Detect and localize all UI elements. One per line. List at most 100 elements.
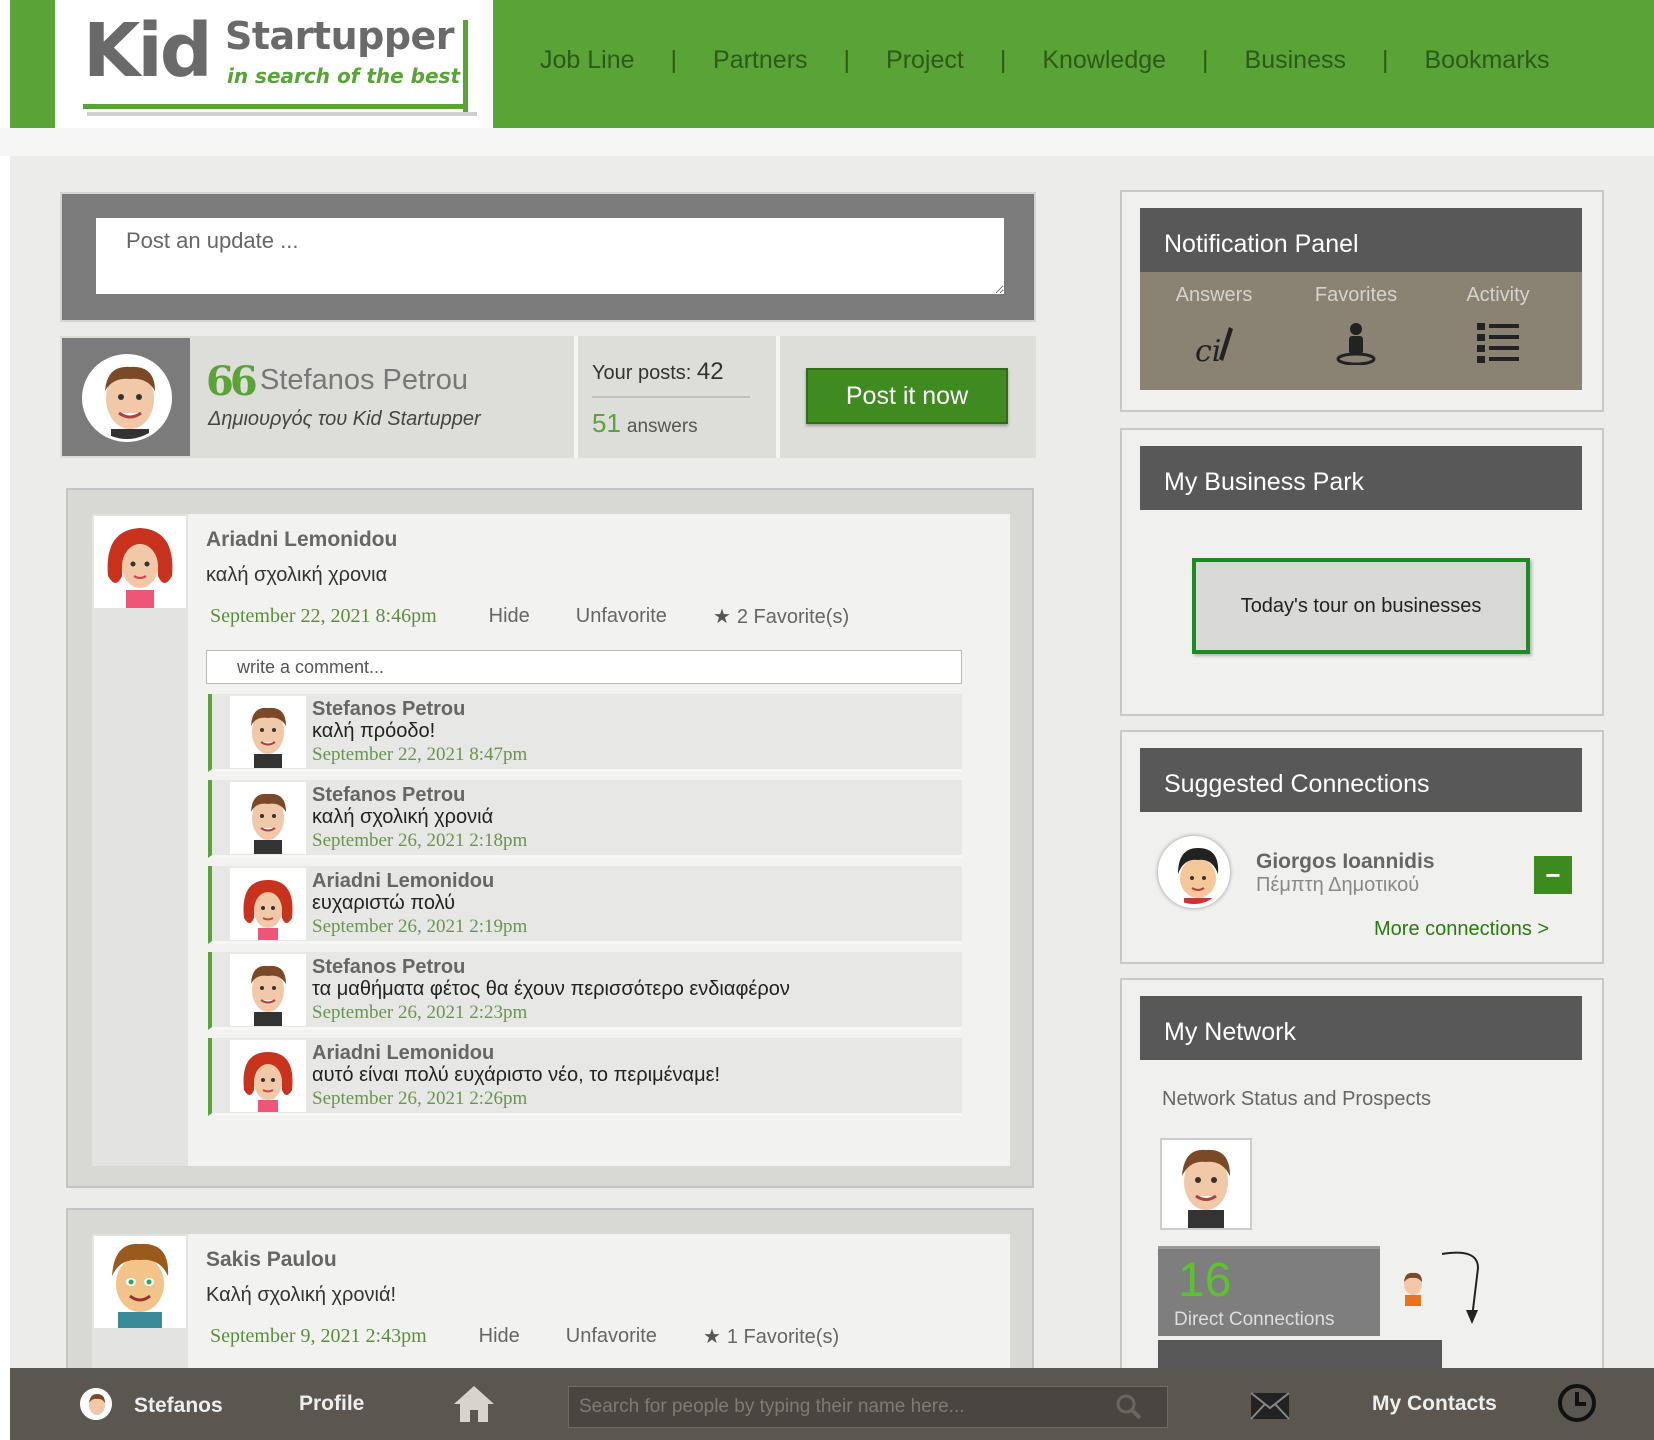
comment-date: September 26, 2021 2:19pm	[312, 916, 528, 937]
post-author[interactable]: Sakis Paulou	[206, 1248, 337, 1272]
divider	[776, 336, 780, 458]
answers-count[interactable]: 51 answers	[592, 408, 698, 439]
business-tour-button[interactable]: Today's tour on businesses	[1192, 558, 1530, 654]
home-icon[interactable]	[452, 1384, 496, 1424]
comment-date: September 22, 2021 8:47pm	[312, 744, 528, 765]
logo-startupper-text: Startupper	[225, 14, 455, 58]
comment-author[interactable]: Stefanos Petrou	[312, 956, 465, 979]
people-search-input[interactable]	[568, 1386, 1168, 1428]
quote-icon: 66	[206, 358, 258, 405]
post-author-avatar[interactable]	[94, 1236, 186, 1328]
comment-avatar[interactable]	[230, 1040, 306, 1112]
feed-post-body: Sakis Paulou Καλή σχολική χρονιά! Septem…	[92, 1234, 1010, 1384]
comment-text: τα μαθήματα φέτος θα έχουν περισσότερο ε…	[312, 978, 790, 1000]
comment-avatar[interactable]	[230, 954, 306, 1026]
nav-partners[interactable]: Partners	[713, 46, 807, 75]
direct-connections-count: 16	[1178, 1254, 1232, 1307]
post-composer	[60, 192, 1036, 322]
profile-name[interactable]: Stefanos Petrou	[260, 364, 468, 397]
comment-avatar[interactable]	[230, 782, 306, 854]
comment-date: September 26, 2021 2:18pm	[312, 830, 528, 851]
notification-panel: Notification Panel Answers ci Favorites …	[1120, 190, 1604, 412]
user-avatar[interactable]	[80, 1388, 112, 1420]
comment-author[interactable]: Stefanos Petrou	[312, 784, 465, 807]
direct-connections-label: Direct Connections	[1174, 1309, 1335, 1330]
nav-separator: |	[843, 46, 851, 74]
comment-avatar[interactable]	[230, 868, 306, 940]
boy-avatar-icon	[230, 782, 306, 854]
favorites-label: 1 Favorite(s)	[726, 1326, 840, 1348]
nav-bookmarks[interactable]: Bookmarks	[1425, 46, 1550, 75]
my-contacts-link[interactable]: My Contacts	[1372, 1392, 1497, 1416]
post-author-avatar[interactable]	[94, 516, 186, 608]
profile-summary: 66 Stefanos Petrou Δημιουργός του Kid St…	[60, 336, 1036, 458]
logo-frame-horizontal	[83, 104, 468, 109]
notification-favorites[interactable]: Favorites	[1296, 284, 1416, 365]
user-name[interactable]: Stefanos	[134, 1394, 223, 1418]
profile-avatar[interactable]	[82, 354, 172, 442]
notification-activity[interactable]: Activity	[1438, 284, 1558, 365]
comment-author[interactable]: Ariadni Lemonidou	[312, 1042, 494, 1065]
favorites-tab-label: Favorites	[1314, 284, 1398, 306]
clock-icon[interactable]	[1556, 1382, 1598, 1424]
suggested-name[interactable]: Giorgos Ioannidis	[1256, 850, 1435, 874]
comment-avatar[interactable]	[230, 696, 306, 768]
nav-business[interactable]: Business	[1245, 46, 1346, 75]
arrow-down-icon	[1441, 1251, 1480, 1324]
my-network-title: My Network	[1140, 996, 1582, 1060]
comment-date: September 26, 2021 2:26pm	[312, 1088, 528, 1109]
comment-author[interactable]: Ariadni Lemonidou	[312, 870, 494, 893]
hide-link[interactable]: Hide	[489, 605, 530, 628]
header-divider	[0, 128, 1654, 156]
direct-connections-stat[interactable]: 16 Direct Connections	[1158, 1246, 1380, 1336]
profile-role: Δημιουργός του Kid Startupper	[208, 408, 481, 430]
unfavorite-link[interactable]: Unfavorite	[566, 1325, 657, 1348]
nav-separator: |	[670, 46, 678, 74]
nav-project[interactable]: Project	[886, 46, 964, 75]
divider	[574, 336, 578, 458]
comment-author[interactable]: Stefanos Petrou	[312, 698, 465, 721]
search-icon[interactable]	[1116, 1394, 1142, 1420]
favorites-icon	[1336, 323, 1376, 365]
more-connections-link[interactable]: More connections >	[1374, 918, 1549, 941]
nav-job-line[interactable]: Job Line	[540, 46, 635, 75]
comment-text: καλή πρόοδο!	[312, 720, 436, 742]
answers-number: 51	[592, 408, 621, 438]
unfavorite-link[interactable]: Unfavorite	[576, 605, 667, 628]
boy-avatar-icon	[230, 696, 306, 768]
logo[interactable]: Kid Startupper in search of the best	[55, 0, 493, 128]
feed-post-body: Ariadni Lemonidou καλή σχολική χρονια Se…	[92, 514, 1010, 1166]
cartoon-boy-avatar-icon	[94, 1236, 186, 1328]
feed-post: Ariadni Lemonidou καλή σχολική χρονια Se…	[66, 488, 1034, 1188]
nav-knowledge[interactable]: Knowledge	[1042, 46, 1166, 75]
network-subtitle: Network Status and Prospects	[1162, 1088, 1432, 1110]
suggested-avatar[interactable]	[1158, 836, 1230, 908]
comment-item: Stefanos Petrou τα μαθήματα φέτος θα έχο…	[208, 952, 962, 1030]
star-icon: ★	[712, 606, 731, 628]
post-text: Καλή σχολική χρονιά!	[206, 1284, 397, 1306]
business-park-title: My Business Park	[1140, 446, 1582, 510]
my-network-panel: My Network Network Status and Prospects …	[1120, 978, 1604, 1378]
activity-label: Activity	[1466, 284, 1530, 306]
post-update-input[interactable]	[96, 218, 1004, 294]
boy-black-hair-avatar-icon	[1162, 840, 1226, 904]
feed-post: Sakis Paulou Καλή σχολική χρονιά! Septem…	[66, 1208, 1034, 1384]
hide-link[interactable]: Hide	[479, 1325, 520, 1348]
bottom-toolbar: Stefanos Profile My Contacts	[10, 1368, 1654, 1440]
notification-answers[interactable]: Answers ci	[1154, 284, 1274, 365]
notification-panel-title: Notification Panel	[1140, 208, 1582, 272]
nav-separator: |	[999, 46, 1007, 74]
avatar-column	[92, 1234, 188, 1384]
boy-avatar-icon	[230, 954, 306, 1026]
business-park-panel: My Business Park Today's tour on busines…	[1120, 428, 1604, 716]
post-it-now-button[interactable]: Post it now	[806, 368, 1008, 424]
post-author[interactable]: Ariadni Lemonidou	[206, 528, 397, 552]
mail-icon[interactable]	[1250, 1392, 1290, 1420]
posts-label: Your posts:	[592, 362, 692, 384]
network-avatar[interactable]	[1160, 1138, 1252, 1230]
comment-date: September 26, 2021 2:23pm	[312, 1002, 528, 1023]
logo-frame-shadow	[87, 112, 477, 116]
remove-suggestion-button[interactable]: −	[1534, 856, 1572, 894]
comment-input[interactable]	[206, 650, 962, 684]
profile-link[interactable]: Profile	[299, 1392, 364, 1416]
